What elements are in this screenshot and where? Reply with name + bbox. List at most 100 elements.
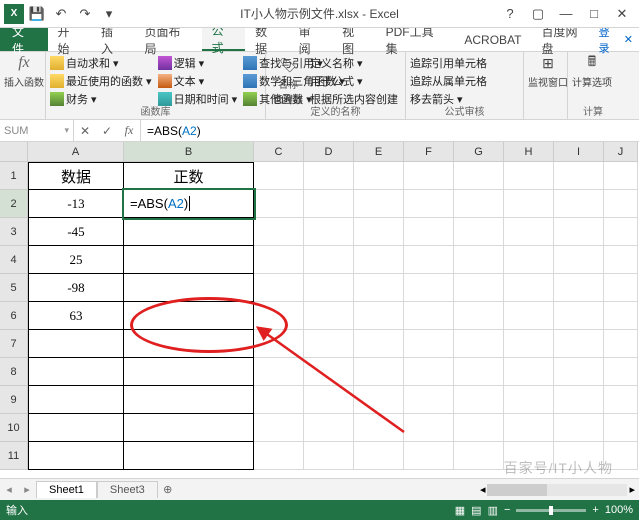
sheet-nav-next[interactable]: ▸ (18, 483, 36, 496)
cell-E2[interactable] (354, 190, 404, 218)
cell-C2[interactable] (254, 190, 304, 218)
cell-B8[interactable] (124, 358, 254, 386)
define-name-button[interactable]: 定义名称 ▾ (310, 54, 398, 72)
use-in-formula-button[interactable]: 用于公式 ▾ (310, 72, 398, 90)
cell-A4[interactable]: 25 (28, 246, 124, 274)
cell-G1[interactable] (454, 162, 504, 190)
tab-acrobat[interactable]: ACROBAT (454, 28, 531, 51)
cancel-formula-button[interactable]: ✕ (74, 124, 96, 138)
cell-E9[interactable] (354, 386, 404, 414)
cell-E6[interactable] (354, 302, 404, 330)
hscroll-left[interactable]: ◂ (480, 483, 486, 496)
cell-E5[interactable] (354, 274, 404, 302)
cell-E3[interactable] (354, 218, 404, 246)
cell-B5[interactable] (124, 274, 254, 302)
save-button[interactable]: 💾 (26, 3, 48, 25)
cell-F5[interactable] (404, 274, 454, 302)
cell-J9[interactable] (604, 386, 638, 414)
fx-button[interactable]: fx (118, 123, 140, 138)
cell-H7[interactable] (504, 330, 554, 358)
cell-A6[interactable]: 63 (28, 302, 124, 330)
cell-A3[interactable]: -45 (28, 218, 124, 246)
cell-B6[interactable] (124, 302, 254, 330)
hscroll-right[interactable]: ▸ (629, 483, 635, 496)
cell-B11[interactable] (124, 442, 254, 470)
cell-I9[interactable] (554, 386, 604, 414)
col-header-H[interactable]: H (504, 142, 554, 162)
cell-B10[interactable] (124, 414, 254, 442)
cell-I1[interactable] (554, 162, 604, 190)
cell-D1[interactable] (304, 162, 354, 190)
name-manager-button[interactable]: 🏷 名称 管理器 (270, 54, 306, 108)
cell-F4[interactable] (404, 246, 454, 274)
cell-I5[interactable] (554, 274, 604, 302)
cell-G7[interactable] (454, 330, 504, 358)
cell-I8[interactable] (554, 358, 604, 386)
trace-dependents-button[interactable]: 追踪从属单元格 (410, 72, 519, 90)
cell-H10[interactable] (504, 414, 554, 442)
row-header-5[interactable]: 5 (0, 274, 28, 302)
col-header-E[interactable]: E (354, 142, 404, 162)
cell-A8[interactable] (28, 358, 124, 386)
cell-I6[interactable] (554, 302, 604, 330)
cell-F1[interactable] (404, 162, 454, 190)
cell-G6[interactable] (454, 302, 504, 330)
cell-C7[interactable] (254, 330, 304, 358)
cells-area[interactable]: 数据正数-13=ABS(A2)-4525-9863 (28, 162, 638, 470)
row-header-1[interactable]: 1 (0, 162, 28, 190)
cell-I7[interactable] (554, 330, 604, 358)
cell-C4[interactable] (254, 246, 304, 274)
cell-F11[interactable] (404, 442, 454, 470)
col-header-F[interactable]: F (404, 142, 454, 162)
cell-E4[interactable] (354, 246, 404, 274)
cell-A10[interactable] (28, 414, 124, 442)
add-sheet-button[interactable]: ⊕ (158, 483, 178, 496)
cell-G10[interactable] (454, 414, 504, 442)
row-header-11[interactable]: 11 (0, 442, 28, 470)
cell-B2[interactable]: =ABS(A2) (124, 190, 254, 218)
cell-C1[interactable] (254, 162, 304, 190)
cell-B4[interactable] (124, 246, 254, 274)
excel-icon[interactable]: X (4, 4, 24, 24)
cell-A11[interactable] (28, 442, 124, 470)
cell-H3[interactable] (504, 218, 554, 246)
maximize-button[interactable]: □ (581, 3, 607, 25)
cell-J3[interactable] (604, 218, 638, 246)
cell-F6[interactable] (404, 302, 454, 330)
row-header-10[interactable]: 10 (0, 414, 28, 442)
cell-G9[interactable] (454, 386, 504, 414)
calc-options-button[interactable]: 🖩 计算选项 (572, 54, 612, 89)
undo-button[interactable]: ↶ (50, 3, 72, 25)
cell-J6[interactable] (604, 302, 638, 330)
cell-G4[interactable] (454, 246, 504, 274)
cell-G3[interactable] (454, 218, 504, 246)
sheet-tab-2[interactable]: Sheet3 (97, 481, 158, 498)
cell-D3[interactable] (304, 218, 354, 246)
cell-J7[interactable] (604, 330, 638, 358)
ribbon-options-button[interactable]: ▢ (525, 3, 551, 25)
view-normal-icon[interactable]: ▦ (455, 504, 465, 517)
hscroll-thumb[interactable] (487, 484, 547, 496)
tab-baidu[interactable]: 百度网盘 (532, 28, 599, 51)
recent-functions-button[interactable]: 最近使用的函数 ▾ (50, 72, 152, 90)
cell-A1[interactable]: 数据 (28, 162, 124, 190)
col-header-A[interactable]: A (28, 142, 124, 162)
cell-G5[interactable] (454, 274, 504, 302)
watch-window-button[interactable]: ⊞ 监视窗口 (528, 54, 568, 89)
close-doc-icon[interactable]: ✕ (624, 33, 633, 46)
cell-D9[interactable] (304, 386, 354, 414)
row-header-9[interactable]: 9 (0, 386, 28, 414)
tab-pdf[interactable]: PDF工具集 (376, 28, 455, 51)
cell-H1[interactable] (504, 162, 554, 190)
zoom-slider[interactable] (516, 509, 586, 512)
trace-precedents-button[interactable]: 追踪引用单元格 (410, 54, 519, 72)
spreadsheet-grid[interactable]: ABCDEFGHIJ 1234567891011 数据正数-13=ABS(A2)… (0, 142, 639, 478)
formula-input[interactable]: =ABS(A2) (141, 120, 639, 141)
cell-I10[interactable] (554, 414, 604, 442)
cell-C9[interactable] (254, 386, 304, 414)
col-header-D[interactable]: D (304, 142, 354, 162)
signin-link[interactable]: 登录 (599, 24, 620, 56)
minimize-button[interactable]: — (553, 3, 579, 25)
row-header-8[interactable]: 8 (0, 358, 28, 386)
cell-I4[interactable] (554, 246, 604, 274)
